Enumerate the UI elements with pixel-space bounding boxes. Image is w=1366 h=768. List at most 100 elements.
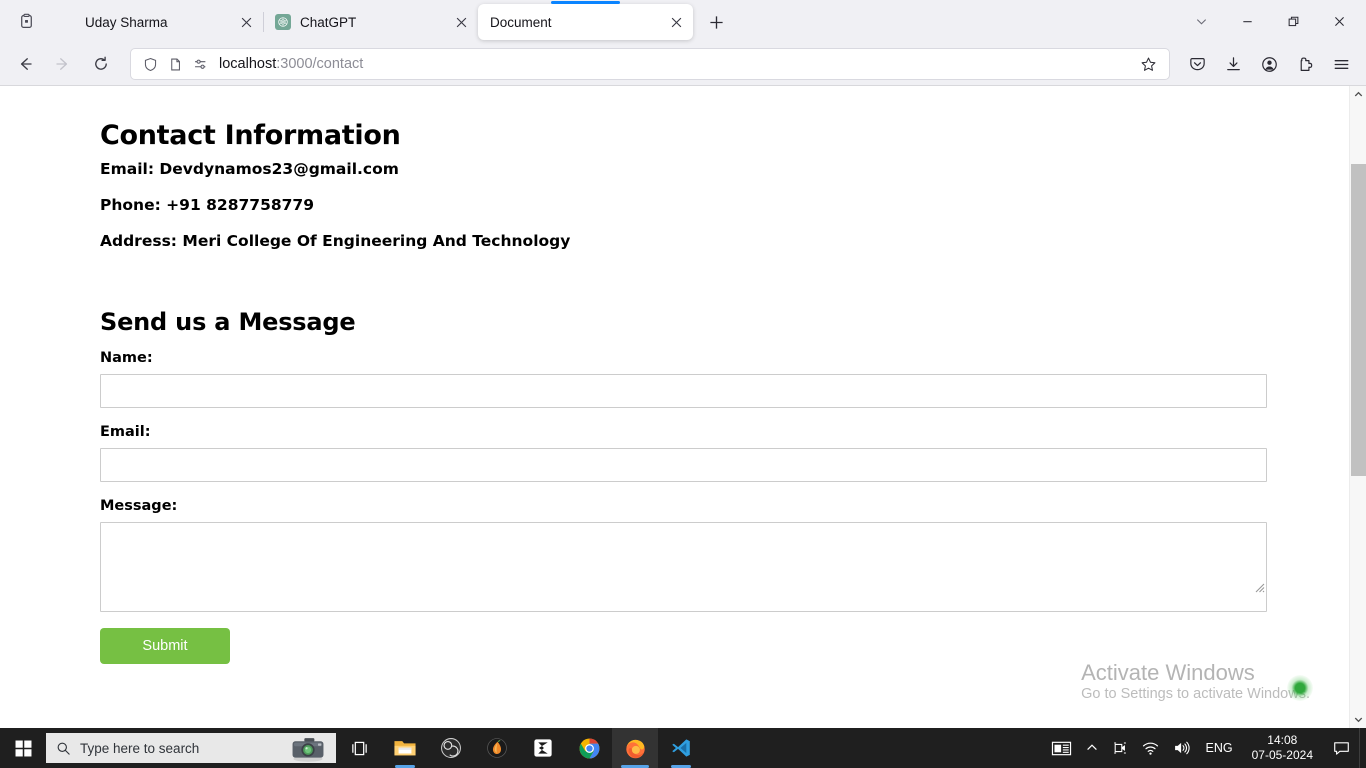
reload-button[interactable] [84, 48, 118, 80]
tab-close-button[interactable] [665, 11, 687, 33]
scrollbar-thumb[interactable] [1351, 164, 1366, 476]
windows-taskbar: Type here to search ENG 14:08 07-05-2024 [0, 728, 1366, 768]
forward-arrow-icon [56, 58, 68, 70]
tabs-area: Uday Sharma ChatGPT Document [48, 0, 1178, 43]
contact-information-heading: Contact Information [100, 120, 401, 151]
submit-button[interactable]: Submit [100, 628, 230, 664]
chevron-down-icon [1354, 717, 1363, 723]
blank-page-favicon-icon [60, 14, 76, 30]
menu-icon[interactable] [1324, 48, 1358, 80]
pocket-icon[interactable] [1180, 48, 1214, 80]
taskbar-search-box[interactable]: Type here to search [46, 733, 336, 763]
tab-title: ChatGPT [300, 14, 357, 30]
forward-button[interactable] [46, 48, 80, 80]
page-viewport: Contact Information Email: Devdynamos23@… [0, 85, 1366, 728]
capcut-icon[interactable] [520, 728, 566, 768]
url-host: localhost [219, 56, 277, 72]
page-icon[interactable] [166, 55, 185, 74]
bookmark-star-icon[interactable] [1135, 51, 1161, 77]
close-icon [456, 17, 466, 27]
volume-glyph [1174, 741, 1190, 755]
close-window-button[interactable] [1316, 0, 1362, 43]
clock-date: 07-05-2024 [1251, 748, 1313, 762]
activate-windows-watermark: Activate Windows Go to Settings to activ… [1081, 659, 1310, 703]
puzzle-piece-glyph [1300, 56, 1312, 71]
minimize-icon [1242, 21, 1252, 23]
camera-meet-glyph [1113, 742, 1126, 754]
cursor-indicator-dot [1287, 675, 1313, 701]
task-view-icon[interactable] [336, 728, 382, 768]
news-and-interests-icon[interactable] [1044, 728, 1079, 768]
shield-icon[interactable] [141, 55, 160, 74]
url-text[interactable]: localhost:3000/contact [216, 56, 1135, 72]
clock[interactable]: 14:08 07-05-2024 [1242, 733, 1323, 763]
browser-tab-active[interactable]: Document [478, 1, 693, 40]
navigation-toolbar: localhost:3000/contact [0, 43, 1366, 85]
extensions-icon[interactable] [1288, 48, 1322, 80]
message-textarea[interactable] [100, 522, 1267, 612]
close-icon [1334, 17, 1344, 26]
email-info-line: Email: Devdynamos23@gmail.com [100, 160, 399, 178]
page-scrollbar[interactable] [1349, 86, 1366, 728]
star-glyph [1141, 57, 1155, 71]
camera-meet-icon[interactable] [1105, 728, 1135, 768]
browser-window: Uday Sharma ChatGPT Document localhost:3… [0, 0, 1366, 728]
fl-studio-glyph [487, 738, 507, 758]
search-placeholder-text: Type here to search [80, 740, 200, 756]
list-all-tabs-chevron-button[interactable] [1178, 0, 1224, 43]
task-view-glyph [351, 741, 367, 755]
web-page-content: Contact Information Email: Devdynamos23@… [0, 86, 1349, 728]
firefox-icon[interactable] [612, 728, 658, 768]
clock-time: 14:08 [1267, 733, 1298, 747]
wifi-icon[interactable] [1135, 728, 1166, 768]
close-icon [241, 17, 251, 27]
pocket-glyph [1189, 57, 1205, 70]
back-arrow-icon [20, 58, 32, 70]
news-glyph [1051, 741, 1071, 755]
folder-glyph [394, 741, 416, 756]
account-icon[interactable] [1252, 48, 1286, 80]
watermark-title: Activate Windows [1081, 659, 1255, 685]
email-field-label: Email: [100, 424, 151, 440]
url-path: :3000/contact [276, 56, 364, 72]
vscode-glyph [672, 739, 690, 757]
language-indicator[interactable]: ENG [1197, 741, 1242, 755]
notification-icon[interactable] [1323, 728, 1359, 768]
permissions-icon[interactable] [191, 55, 210, 74]
chevron-down-icon [1196, 19, 1206, 25]
show-desktop-button[interactable] [1359, 728, 1366, 768]
new-tab-button[interactable] [699, 5, 733, 39]
tab-close-button[interactable] [450, 11, 472, 33]
downloads-icon[interactable] [1216, 48, 1250, 80]
send-message-heading: Send us a Message [100, 308, 356, 336]
browser-tab[interactable]: ChatGPT [263, 4, 479, 40]
capcut-glyph [534, 739, 552, 757]
start-button[interactable] [0, 728, 46, 768]
url-bar[interactable]: localhost:3000/contact [130, 48, 1170, 80]
tab-strip: Uday Sharma ChatGPT Document [0, 0, 1366, 43]
google-chrome-icon[interactable] [566, 728, 612, 768]
back-button[interactable] [8, 48, 42, 80]
windows-start-icon [15, 740, 31, 756]
restore-button[interactable] [1270, 0, 1316, 43]
system-tray: ENG 14:08 07-05-2024 [1044, 728, 1366, 768]
obs-studio-icon[interactable] [428, 728, 474, 768]
browser-tab[interactable]: Uday Sharma [48, 4, 264, 40]
speaker-icon[interactable] [1166, 728, 1197, 768]
file-explorer-icon[interactable] [382, 728, 428, 768]
tab-close-button[interactable] [235, 11, 257, 33]
vs-code-icon[interactable] [658, 728, 704, 768]
minimize-button[interactable] [1224, 0, 1270, 43]
account-glyph [1261, 56, 1277, 72]
name-input[interactable] [100, 374, 1267, 408]
openai-logo-icon [278, 17, 288, 27]
scroll-down-button[interactable] [1350, 711, 1366, 728]
list-all-tabs-button[interactable] [6, 2, 46, 40]
scroll-up-button[interactable] [1350, 86, 1366, 103]
address-info-line: Address: Meri College Of Engineering And… [100, 232, 571, 250]
name-field-label: Name: [100, 350, 153, 366]
download-glyph [1226, 56, 1240, 70]
chevron-up-icon[interactable] [1079, 728, 1105, 768]
email-input[interactable] [100, 448, 1267, 482]
fl-studio-icon[interactable] [474, 728, 520, 768]
